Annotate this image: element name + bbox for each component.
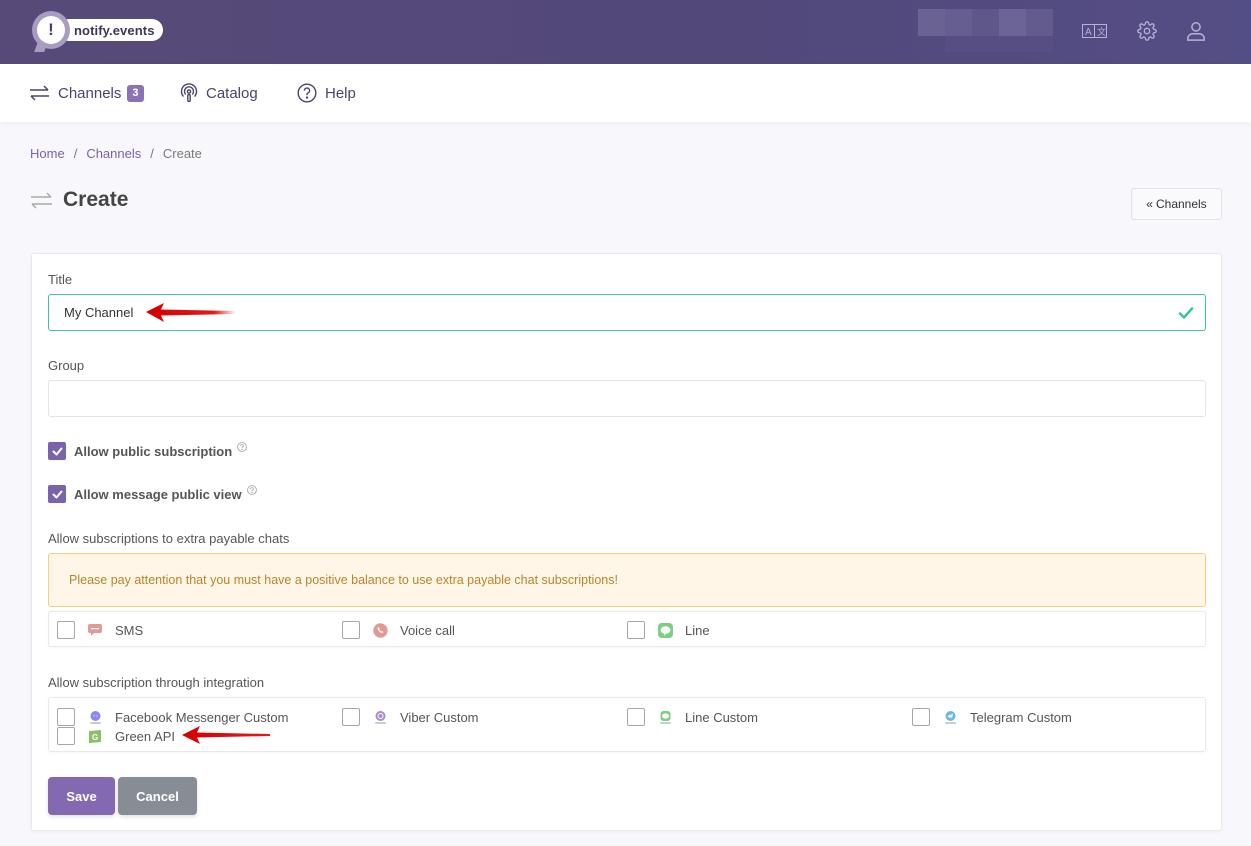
breadcrumb-current: Create (162, 146, 202, 161)
checkmark-valid-icon (1178, 307, 1194, 319)
breadcrumb-channels[interactable]: Channels (86, 146, 141, 161)
option-label: Line (685, 622, 710, 638)
option-label: Line Custom (685, 709, 758, 725)
breadcrumb: Home / Channels / Create (30, 146, 202, 161)
nav-label-catalog: Catalog (206, 84, 258, 102)
payable-chats-label: Allow subscriptions to extra payable cha… (48, 531, 290, 546)
viber-icon (372, 709, 388, 725)
option-voice-call[interactable]: Voice call (342, 621, 455, 639)
green-api-icon: G (87, 728, 103, 744)
checkbox-unchecked[interactable] (342, 621, 360, 639)
nav-item-help[interactable]: Help (297, 64, 356, 122)
option-sms[interactable]: SMS (57, 621, 143, 639)
option-label: Voice call (400, 622, 455, 638)
title-label: Title (48, 272, 73, 287)
question-circle-icon (297, 83, 317, 103)
top-header: ! notify.events A文 (0, 0, 1251, 64)
line-icon (657, 709, 673, 725)
option-label: Facebook Messenger Custom (115, 709, 289, 725)
nav-label-help: Help (325, 84, 356, 102)
option-line[interactable]: Line (627, 621, 710, 639)
cancel-button[interactable]: Cancel (118, 777, 197, 815)
help-tooltip-icon[interactable] (237, 442, 247, 452)
exclamation-icon: ! (37, 16, 65, 44)
page-title: Create (30, 188, 128, 212)
translate-icon[interactable]: A文 (1082, 18, 1108, 44)
allow-public-subscription-label: Allow public subscription (74, 443, 233, 459)
blurred-account-info (918, 9, 1053, 36)
nav-label-channels: Channels (58, 84, 122, 102)
svg-text:A: A (1085, 27, 1092, 38)
allow-public-subscription-checkbox[interactable]: Allow public subscription (48, 442, 247, 460)
title-input-value: My Channel (64, 305, 134, 320)
breadcrumb-separator: / (150, 146, 154, 161)
group-label: Group (48, 358, 85, 373)
user-icon[interactable] (1183, 18, 1209, 44)
group-input[interactable] (48, 380, 1206, 417)
allow-message-public-view-label: Allow message public view (74, 486, 242, 502)
exchange-arrows-icon (30, 85, 49, 101)
checkbox-checked[interactable] (48, 485, 66, 503)
main-nav: Channels 3 Catalog Help (0, 64, 1251, 122)
nav-item-channels[interactable]: Channels 3 (29, 64, 144, 122)
option-label: Green API (115, 728, 175, 744)
back-to-channels-button[interactable]: « Channels (1131, 188, 1222, 220)
svg-text:文: 文 (1097, 26, 1106, 37)
title-input[interactable]: My Channel (48, 294, 1206, 331)
create-channel-form: Title My Channel Group Allow public subs… (31, 253, 1222, 831)
breadcrumb-home[interactable]: Home (30, 146, 65, 161)
checkbox-unchecked[interactable] (57, 621, 75, 639)
phone-icon (372, 622, 388, 638)
payable-options-box: SMS Voice call Line (48, 611, 1206, 647)
svg-text:G: G (92, 733, 98, 742)
telegram-icon (942, 709, 958, 725)
checkbox-unchecked[interactable] (627, 621, 645, 639)
option-line-custom[interactable]: Line Custom (627, 708, 758, 726)
payable-warning-alert: Please pay attention that you must have … (48, 553, 1206, 607)
back-button-label: Channels (1155, 197, 1207, 211)
logo-text: notify.events (58, 19, 163, 41)
nav-item-catalog[interactable]: Catalog (180, 64, 258, 122)
option-green-api[interactable]: G Green API (57, 727, 175, 745)
integration-options-box: Facebook Messenger Custom Viber Custom L… (48, 697, 1206, 752)
sms-icon (87, 622, 103, 638)
save-button[interactable]: Save (48, 777, 115, 815)
checkbox-unchecked[interactable] (627, 708, 645, 726)
gear-icon[interactable] (1134, 18, 1160, 44)
logo-bubble-icon: ! (32, 11, 70, 49)
option-facebook-messenger-custom[interactable]: Facebook Messenger Custom (57, 708, 288, 726)
option-label: SMS (115, 622, 144, 638)
double-chevron-left-icon: « (1146, 197, 1153, 211)
breadcrumb-separator: / (73, 146, 78, 161)
exchange-arrows-icon (31, 191, 52, 209)
checkbox-unchecked[interactable] (912, 708, 930, 726)
help-tooltip-icon[interactable] (246, 485, 257, 495)
checkbox-unchecked[interactable] (57, 708, 75, 726)
checkbox-checked[interactable] (48, 442, 66, 460)
podcast-icon (180, 83, 198, 103)
line-icon (657, 622, 673, 638)
option-telegram-custom[interactable]: Telegram Custom (912, 708, 1072, 726)
option-label: Telegram Custom (970, 709, 1072, 725)
checkbox-unchecked[interactable] (342, 708, 360, 726)
blurred-account-subinfo (945, 36, 1053, 52)
option-viber-custom[interactable]: Viber Custom (342, 708, 479, 726)
integration-label: Allow subscription through integration (48, 675, 265, 690)
messenger-icon (87, 709, 103, 725)
option-label: Viber Custom (400, 709, 479, 725)
page-title-text: Create (63, 188, 129, 211)
channels-count-badge: 3 (127, 84, 144, 102)
logo[interactable]: ! notify.events (32, 11, 163, 49)
allow-message-public-view-checkbox[interactable]: Allow message public view (48, 485, 257, 503)
checkbox-unchecked[interactable] (57, 727, 75, 745)
